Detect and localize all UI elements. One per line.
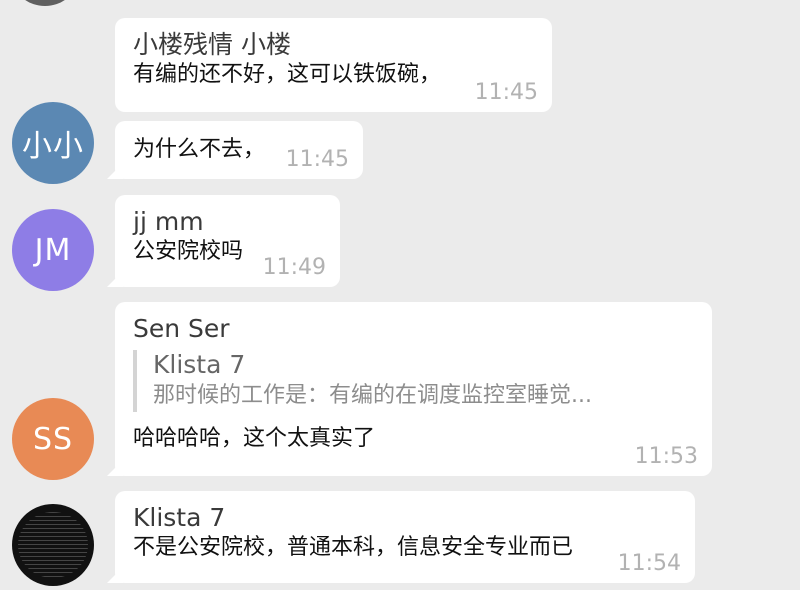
quoted-sender: Klista 7 [153,350,246,379]
sender-name[interactable]: jj mm [133,207,322,237]
message-bubble[interactable]: Sen Ser Klista 7 那时候的工作是：有编的在调度监控室睡觉... … [115,302,712,476]
avatar[interactable] [12,504,94,586]
message-time: 11:45 [285,147,349,172]
message-bubble[interactable]: jj mm 公安院校吗 11:49 [115,195,340,287]
quoted-text: 那时候的工作是：有编的在调度监控室睡觉... [153,383,592,408]
message-time: 11:45 [474,80,538,105]
sender-name[interactable]: Klista 7 [133,503,677,533]
avatar[interactable]: JM [12,209,94,291]
sender-name[interactable]: Sen Ser [133,314,694,344]
avatar-initials: SS [32,421,74,457]
avatar[interactable] [15,0,75,6]
avatar-image [18,512,88,578]
message-bubble[interactable]: 小楼残情 小楼 有编的还不好，这可以铁饭碗， 11:45 [115,18,552,112]
message-text: 哈哈哈哈，这个太真实了 [133,426,376,451]
sender-name[interactable]: 小楼残情 小楼 [133,30,534,60]
message-time: 11:54 [617,551,681,576]
quoted-reply[interactable]: Klista 7 那时候的工作是：有编的在调度监控室睡觉... [133,350,694,412]
message-text: 不是公安院校，普通本科，信息安全专业而已 [133,535,574,560]
message-time: 11:53 [634,444,698,469]
message-bubble[interactable]: Klista 7 不是公安院校，普通本科，信息安全专业而已 11:54 [115,491,695,583]
avatar[interactable]: 小小 [12,102,94,184]
message-time: 11:49 [262,255,326,280]
avatar-initials: JM [34,232,72,268]
avatar[interactable]: SS [12,398,94,480]
message-bubble[interactable]: 为什么不去， 11:45 [115,121,363,179]
avatar-initials: 小小 [22,129,84,164]
